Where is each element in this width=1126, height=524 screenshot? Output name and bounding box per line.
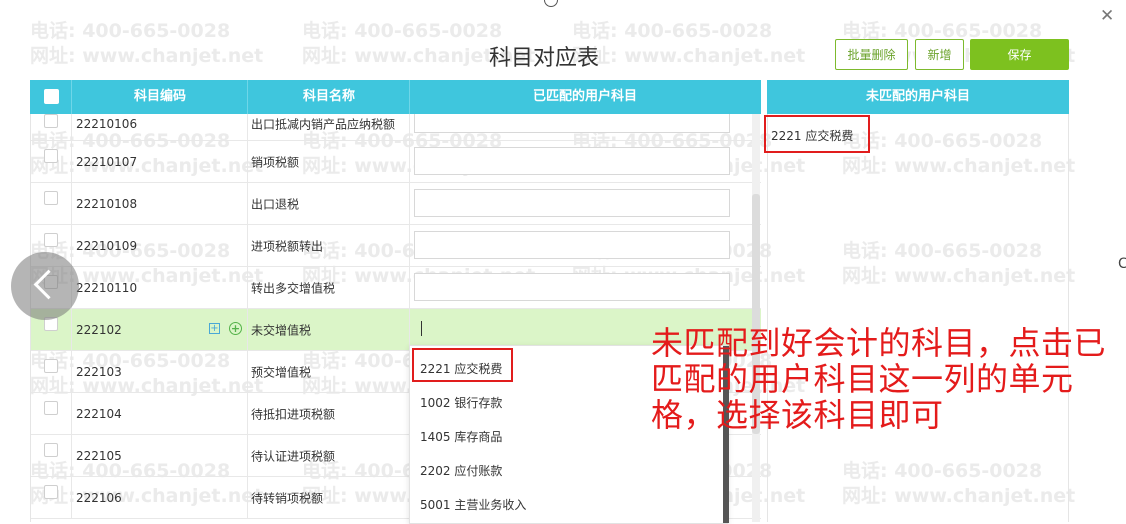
header-name: 科目名称 bbox=[247, 80, 410, 114]
row-checkbox[interactable] bbox=[44, 443, 58, 457]
row-code: 222103 bbox=[76, 364, 122, 379]
dropdown-option[interactable]: 1002 银行存款 bbox=[420, 394, 502, 411]
row-name: 待抵扣进项税额 bbox=[251, 407, 336, 421]
batch-delete-button[interactable]: 批量删除 bbox=[835, 39, 908, 70]
table-row[interactable]: 22210106 出口抵减内销产品应纳税额 bbox=[31, 114, 761, 141]
row-name: 转出多交增值税 bbox=[251, 281, 336, 295]
row-name: 待转销项税额 bbox=[251, 491, 324, 505]
row-checkbox[interactable] bbox=[44, 149, 58, 163]
table-row[interactable]: 22210107 销项税额 bbox=[31, 141, 761, 183]
dropdown-option[interactable]: 2202 应付账款 bbox=[420, 462, 502, 479]
row-name: 销项税额 bbox=[251, 155, 300, 169]
watermark: 电话: 400-665-0028网址: www.chanjet.net bbox=[30, 20, 264, 67]
matched-account-input[interactable] bbox=[414, 231, 730, 259]
row-name: 未交增值税 bbox=[251, 323, 312, 337]
text-caret bbox=[421, 321, 422, 336]
row-code: 22210106 bbox=[76, 117, 138, 132]
save-button[interactable]: 保存 bbox=[970, 39, 1069, 70]
highlight-box bbox=[764, 115, 870, 153]
matched-account-input[interactable] bbox=[414, 273, 730, 301]
matched-account-input[interactable] bbox=[414, 114, 730, 133]
row-code: 22210108 bbox=[76, 196, 138, 211]
expand-icon[interactable]: + bbox=[209, 323, 220, 334]
highlight-box bbox=[412, 348, 513, 382]
table-row[interactable]: 22210109 进项税额转出 bbox=[31, 225, 761, 267]
row-checkbox[interactable] bbox=[44, 191, 58, 205]
dropdown-option[interactable]: 1405 库存商品 bbox=[420, 428, 502, 445]
header-code: 科目编码 bbox=[71, 80, 248, 114]
header-matched: 已匹配的用户科目 bbox=[409, 80, 760, 114]
row-checkbox[interactable] bbox=[44, 485, 58, 499]
drag-handle-icon[interactable] bbox=[544, 0, 558, 7]
dialog-title: 科目对应表 bbox=[489, 46, 600, 71]
row-code: 222105 bbox=[76, 448, 122, 463]
unmatched-panel-title: 未匹配的用户科目 bbox=[767, 80, 1069, 114]
table-row[interactable]: 22210108 出口退税 bbox=[31, 183, 761, 225]
watermark: 电话: 400-665-0028网址: www.chanjet.net bbox=[572, 20, 806, 67]
row-checkbox[interactable] bbox=[44, 359, 58, 373]
row-checkbox[interactable] bbox=[44, 114, 58, 128]
table-header: 科目编码 科目名称 已匹配的用户科目 bbox=[30, 80, 761, 114]
row-name: 出口抵减内销产品应纳税额 bbox=[251, 117, 396, 132]
dropdown-option[interactable]: 5001 主营业务收入 bbox=[420, 496, 526, 513]
table-row[interactable]: 22210110 转出多交增值税 bbox=[31, 267, 761, 309]
add-button[interactable]: 新增 bbox=[915, 39, 964, 70]
row-checkbox[interactable] bbox=[44, 233, 58, 247]
row-code: 22210107 bbox=[76, 154, 138, 169]
row-name: 待认证进项税额 bbox=[251, 449, 336, 463]
row-name: 出口退税 bbox=[251, 197, 300, 211]
select-all-checkbox[interactable] bbox=[44, 89, 59, 104]
matched-account-input[interactable] bbox=[414, 147, 730, 175]
header-checkbox-cell bbox=[30, 80, 71, 114]
close-icon[interactable]: ✕ bbox=[1100, 6, 1114, 26]
table-scrollbar[interactable] bbox=[752, 114, 760, 522]
row-code: 22210110 bbox=[76, 280, 138, 295]
matched-account-input[interactable] bbox=[414, 189, 730, 217]
row-code: 222104 bbox=[76, 406, 122, 421]
row-code: 222106 bbox=[76, 490, 122, 505]
add-child-icon[interactable]: + bbox=[229, 322, 242, 335]
annotation-text: 未匹配到好会计的科目，点击已匹配的用户科目这一列的单元格，选择该科目即可 bbox=[651, 324, 1107, 434]
row-name: 预交增值税 bbox=[251, 365, 312, 379]
unmatched-panel-body: 2221 应交税费 bbox=[767, 114, 1069, 522]
row-code: 22210109 bbox=[76, 238, 138, 253]
row-name: 进项税额转出 bbox=[251, 239, 324, 253]
chevron-left-icon bbox=[33, 269, 64, 300]
side-handle-icon: C bbox=[1118, 256, 1126, 272]
back-button[interactable] bbox=[11, 252, 79, 320]
row-checkbox[interactable] bbox=[44, 401, 58, 415]
row-code: 222102 bbox=[76, 322, 122, 337]
